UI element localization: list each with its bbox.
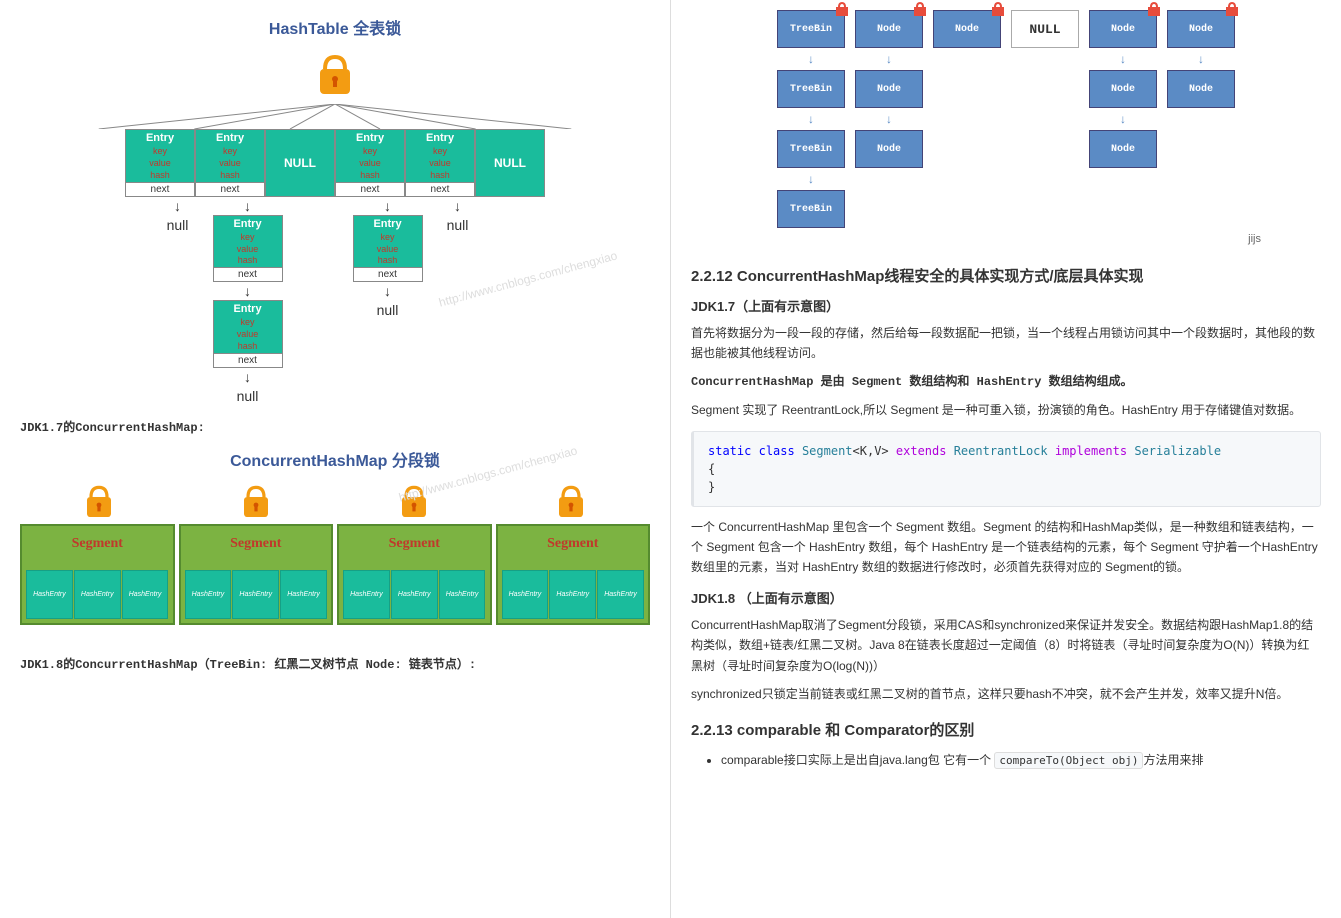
node-node: Node bbox=[933, 10, 1001, 48]
null-bucket: NULL bbox=[1011, 10, 1079, 48]
entry-box: Entrykeyvaluehashnext bbox=[213, 215, 283, 283]
segment-box: SegmentHashEntryHashEntryHashEntry bbox=[496, 524, 651, 625]
node-node: Node bbox=[1089, 130, 1157, 168]
inline-code: compareTo(Object obj) bbox=[994, 752, 1143, 769]
list-item: comparable接口实际上是出自java.lang包 它有一个 compar… bbox=[721, 750, 1321, 771]
node-node: Node bbox=[855, 130, 923, 168]
segment-box: SegmentHashEntryHashEntryHashEntry bbox=[337, 524, 492, 625]
caption-jdk18: JDK1.8的ConcurrentHashMap（TreeBin: 红黑二叉树节… bbox=[20, 655, 650, 672]
lock-icon bbox=[551, 481, 591, 521]
entry-box: Entrykeyvaluehashnext bbox=[335, 129, 405, 197]
lock-icon bbox=[1224, 1, 1240, 17]
section-heading-2213: 2.2.13 comparable 和 Comparator的区别 bbox=[691, 719, 1321, 740]
segment-box: SegmentHashEntryHashEntryHashEntry bbox=[20, 524, 175, 625]
lock-icon bbox=[990, 1, 1006, 17]
paragraph: Segment 实现了 ReentrantLock,所以 Segment 是一种… bbox=[691, 400, 1321, 420]
jijs-label: jijs bbox=[691, 233, 1321, 245]
segment-box: SegmentHashEntryHashEntryHashEntry bbox=[179, 524, 334, 625]
node-node: Node bbox=[855, 10, 923, 48]
subheading-jdk18: JDK1.8 （上面有示意图） bbox=[691, 588, 1321, 607]
segment-container: SegmentHashEntryHashEntryHashEntry Segme… bbox=[20, 524, 650, 625]
caption-jdk17: JDK1.7的ConcurrentHashMap: bbox=[20, 418, 650, 435]
entry-box: Entrykeyvaluehashnext bbox=[405, 129, 475, 197]
paragraph: ConcurrentHashMap取消了Segment分段锁，采用CAS和syn… bbox=[691, 615, 1321, 676]
treebin-node: TreeBin bbox=[777, 130, 845, 168]
paragraph: 一个 ConcurrentHashMap 里包含一个 Segment 数组。Se… bbox=[691, 517, 1321, 578]
entry-row: Entrykeyvaluehashnext Entrykeyvaluehashn… bbox=[20, 129, 650, 197]
treebin-node: TreeBin bbox=[777, 70, 845, 108]
node-node: Node bbox=[855, 70, 923, 108]
bullet-list: comparable接口实际上是出自java.lang包 它有一个 compar… bbox=[691, 750, 1321, 771]
right-column: TreeBin ↓ TreeBin ↓ TreeBin ↓ TreeBin No… bbox=[671, 0, 1341, 918]
jdk18-diagram: TreeBin ↓ TreeBin ↓ TreeBin ↓ TreeBin No… bbox=[691, 10, 1321, 245]
code-block: static class Segment<K,V> extends Reentr… bbox=[691, 431, 1321, 507]
null-box: NULL bbox=[265, 129, 335, 197]
lock-icon bbox=[79, 481, 119, 521]
paragraph: 首先将数据分为一段一段的存储，然后给每一段数据配一把锁，当一个线程占用锁访问其中… bbox=[691, 323, 1321, 364]
entry-box: Entrykeyvaluehashnext bbox=[195, 129, 265, 197]
section-heading-2212: 2.2.12 ConcurrentHashMap线程安全的具体实现方式/底层具体… bbox=[691, 265, 1321, 286]
node-node: Node bbox=[1089, 10, 1157, 48]
node-node: Node bbox=[1167, 10, 1235, 48]
null-box: NULL bbox=[475, 129, 545, 197]
subheading-jdk17: JDK1.7（上面有示意图） bbox=[691, 296, 1321, 315]
lock-icon bbox=[394, 481, 434, 521]
node-node: Node bbox=[1167, 70, 1235, 108]
treebin-node: TreeBin bbox=[777, 10, 845, 48]
lock-icon bbox=[1146, 1, 1162, 17]
entry-box: Entrykeyvaluehashnext bbox=[213, 300, 283, 368]
lock-icon bbox=[834, 1, 850, 17]
chain-area: http://www.cnblogs.com/chengxiao ↓null ↓… bbox=[20, 197, 650, 406]
paragraph-bold: ConcurrentHashMap 是由 Segment 数组结构和 HashE… bbox=[691, 372, 1321, 392]
left-column: HashTable 全表锁 Entrykeyvaluehashnext Entr… bbox=[0, 0, 671, 918]
fan-lines bbox=[20, 104, 650, 129]
chm-title: ConcurrentHashMap 分段锁 bbox=[20, 447, 650, 471]
lock-icon bbox=[310, 49, 360, 99]
treebin-node: TreeBin bbox=[777, 190, 845, 228]
lock-icon bbox=[912, 1, 928, 17]
node-node: Node bbox=[1089, 70, 1157, 108]
segment-locks bbox=[20, 481, 650, 521]
entry-box: Entrykeyvaluehashnext bbox=[353, 215, 423, 283]
hashtable-title: HashTable 全表锁 bbox=[20, 15, 650, 39]
paragraph: synchronized只锁定当前链表或红黑二叉树的首节点，这样只要hash不冲… bbox=[691, 684, 1321, 704]
entry-box: Entrykeyvaluehashnext bbox=[125, 129, 195, 197]
lock-icon bbox=[236, 481, 276, 521]
